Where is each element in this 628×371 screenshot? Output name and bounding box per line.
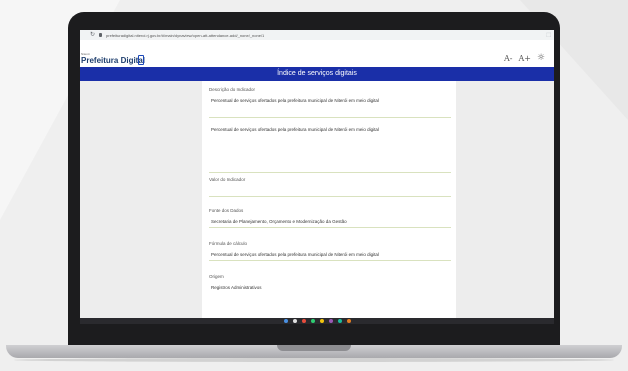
valor-label: Valor do Indicador xyxy=(209,177,246,182)
formula-field: Fórmula de cálculo Percentual de serviço… xyxy=(209,241,451,261)
accessibility-controls: A- A+ ☼ xyxy=(504,54,545,64)
lock-icon xyxy=(99,33,103,37)
fonte-field: Fonte dos Dados Secretaria de Planejamen… xyxy=(209,208,451,228)
brand-logo[interactable]: Prefeitura Digital xyxy=(81,56,145,65)
valor-field: Valor do Indicador xyxy=(209,177,451,197)
valor-underline xyxy=(209,184,451,197)
descricao-label: Descrição do Indicador xyxy=(209,87,256,92)
font-increase-button[interactable]: A+ xyxy=(518,54,530,63)
phone-icon[interactable] xyxy=(138,55,144,65)
origem-input[interactable]: Registros Administrativos xyxy=(209,285,451,290)
taskbar-app-icon[interactable] xyxy=(301,319,306,323)
origem-label: Origem xyxy=(209,274,224,279)
formula-underline xyxy=(209,257,451,261)
taskbar-app-icon[interactable] xyxy=(328,319,333,323)
origem-field: Origem Registros Administrativos xyxy=(209,274,451,290)
taskbar-app-icon[interactable] xyxy=(310,319,315,323)
taskbar-app-icon[interactable] xyxy=(292,319,297,323)
descricao-textarea-underline xyxy=(209,132,451,173)
taskbar-app-icon[interactable] xyxy=(319,319,324,323)
descricao-underline xyxy=(209,103,451,118)
laptop-hinge-notch xyxy=(277,345,351,351)
fonte-label: Fonte dos Dados xyxy=(209,208,244,213)
font-decrease-button[interactable]: A- xyxy=(504,54,512,63)
descricao-field: Descrição do Indicador Percentual de ser… xyxy=(209,87,451,118)
os-taskbar xyxy=(80,318,554,324)
contrast-toggle-icon[interactable]: ☼ xyxy=(537,54,545,63)
descricao-textarea-field: Percentual de serviços ofertados pela pr… xyxy=(209,125,451,173)
taskbar-app-icon[interactable] xyxy=(346,319,351,323)
laptop-shadow xyxy=(14,358,614,362)
fonte-underline xyxy=(209,224,451,228)
indicator-form: Descrição do Indicador Percentual de ser… xyxy=(202,81,456,321)
app-header: Niterói Prefeitura Digital A- A+ ☼ xyxy=(80,40,554,67)
formula-label: Fórmula de cálculo xyxy=(209,241,248,246)
taskbar-app-icon[interactable] xyxy=(283,319,288,323)
reload-icon[interactable]: ↻ xyxy=(90,32,95,38)
extension-icon[interactable]: ⬚ xyxy=(546,32,551,38)
url-text[interactable]: prefeituradigital.niteroi.rj.gov.br/#/ma… xyxy=(106,33,264,38)
page-title: Índice de serviços digitais xyxy=(80,67,554,81)
laptop-screen: ↻ prefeituradigital.niteroi.rj.gov.br/#/… xyxy=(80,30,554,324)
taskbar-app-icon[interactable] xyxy=(337,319,342,323)
page-body: Descrição do Indicador Percentual de ser… xyxy=(80,81,554,321)
